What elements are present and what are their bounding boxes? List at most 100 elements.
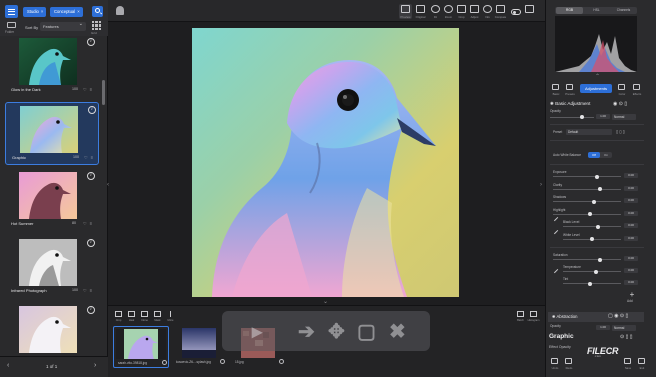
- adjustment-slider[interactable]: [553, 201, 621, 202]
- opacity-value[interactable]: 1.00: [596, 114, 610, 119]
- info-icon[interactable]: i: [87, 172, 95, 180]
- save-button[interactable]: Save: [622, 358, 634, 372]
- slider-knob[interactable]: [588, 281, 592, 286]
- exit-button[interactable]: Exit: [636, 358, 648, 372]
- folder-icon[interactable]: [7, 22, 16, 28]
- bottom-tool-mask[interactable]: Mask: [152, 311, 163, 323]
- tab-adjustments[interactable]: Adjustments: [580, 84, 612, 93]
- bottom-tool-heal[interactable]: Heal: [126, 311, 137, 323]
- library-scrollbar[interactable]: [102, 80, 105, 105]
- slider-value[interactable]: 0.00: [624, 268, 638, 273]
- slider-knob[interactable]: [598, 187, 602, 191]
- hist-tab-channels[interactable]: Channels: [610, 7, 637, 14]
- awb-off-button[interactable]: On: [600, 152, 612, 158]
- slider-value[interactable]: 0.00: [624, 280, 638, 285]
- options-icon[interactable]: [220, 359, 225, 364]
- adjustment-slider[interactable]: [553, 259, 621, 260]
- close-icon[interactable]: ×: [41, 9, 43, 14]
- grid-view-icon[interactable]: [92, 21, 101, 30]
- preset-actions[interactable]: ▯ ▯ ▯: [616, 129, 625, 134]
- info-icon[interactable]: i: [87, 306, 95, 314]
- blend-mode-select[interactable]: Normal: [612, 325, 636, 331]
- info-icon[interactable]: i: [87, 239, 95, 247]
- chevron-right-icon[interactable]: ›: [540, 182, 542, 188]
- filmstrip-item[interactable]: koscevic-ZtL...splash.jpg: [172, 326, 228, 368]
- adjustment-slider[interactable]: [553, 188, 621, 190]
- bottom-tool-more[interactable]: More: [165, 311, 176, 323]
- slider-value[interactable]: 0.00: [624, 235, 638, 241]
- options-icon[interactable]: [162, 360, 167, 365]
- menu-button[interactable]: [5, 5, 18, 18]
- preset-actions[interactable]: ♡ ≡: [84, 155, 94, 160]
- opacity-value[interactable]: 1.00: [596, 325, 610, 330]
- preset-thumbnail[interactable]: i Hot Summer 80 ♡ ≡: [5, 169, 99, 232]
- preset-actions[interactable]: ♡ ≡: [83, 87, 93, 92]
- opacity-slider[interactable]: [550, 117, 594, 118]
- preset-select[interactable]: Default: [566, 129, 612, 135]
- slider-value[interactable]: 0.00: [624, 210, 638, 216]
- search-button[interactable]: [92, 6, 103, 17]
- tool-preview[interactable]: Preview: [399, 4, 412, 19]
- adjustment-slider[interactable]: [553, 213, 621, 215]
- adjustment-slider[interactable]: [563, 226, 621, 227]
- section-actions[interactable]: ◉ ⊙ ▯: [613, 101, 627, 107]
- preset-thumbnail[interactable]: i Glow in the Dark 100 ♡ ≡: [5, 35, 99, 98]
- slider-value[interactable]: 0.00: [624, 223, 638, 228]
- filmstrip-item-selected[interactable]: sarah-vito-39818.jpg: [113, 326, 169, 368]
- options-icon[interactable]: [279, 359, 284, 364]
- bottom-tool-clone[interactable]: Clone: [139, 311, 150, 323]
- preset-thumbnail-selected[interactable]: i Graphic 100 ♡ ≡: [5, 102, 99, 165]
- hist-tab-rgb[interactable]: RGB: [556, 7, 583, 14]
- info-icon[interactable]: i: [87, 38, 95, 46]
- close-icon[interactable]: ×: [77, 9, 79, 14]
- chevron-right-icon[interactable]: ›: [94, 362, 96, 369]
- batch-button[interactable]: Batch: [515, 311, 526, 323]
- slider-knob[interactable]: [595, 174, 599, 179]
- hist-tab-hsl[interactable]: HSL: [583, 7, 610, 14]
- main-photo[interactable]: [192, 28, 459, 297]
- undo-button[interactable]: Undo: [549, 358, 561, 372]
- tool-panel-toggle[interactable]: [523, 4, 536, 19]
- adjustment-slider[interactable]: [563, 271, 621, 272]
- info-icon[interactable]: i: [88, 106, 96, 114]
- breadcrumb-studio[interactable]: Studio ×: [23, 7, 47, 17]
- opacity-knob[interactable]: [580, 115, 584, 119]
- chevron-down-icon[interactable]: ⌄: [323, 298, 328, 305]
- abstraction-actions[interactable]: ▢ ◉ ⊙ ▯: [608, 313, 628, 319]
- slider-knob[interactable]: [592, 199, 596, 204]
- chevron-left-icon[interactable]: ‹: [107, 182, 109, 188]
- preset-thumbnail[interactable]: i Infrared Photograph 100 ♡ ≡: [5, 236, 99, 299]
- slider-value[interactable]: 0.00: [624, 198, 638, 203]
- preset-actions[interactable]: ♡ ≡: [83, 221, 93, 226]
- chevron-left-icon[interactable]: ‹: [7, 362, 9, 369]
- slider-knob[interactable]: [596, 224, 600, 229]
- slider-value[interactable]: 0.00: [624, 256, 638, 261]
- redo-button[interactable]: Redo: [563, 358, 575, 372]
- tab-color[interactable]: Color: [615, 84, 629, 96]
- tool-original[interactable]: Original: [414, 4, 427, 19]
- adjustment-slider[interactable]: [563, 283, 621, 284]
- preset-actions[interactable]: ♡ ≡: [83, 288, 93, 293]
- add-icon[interactable]: +: [628, 291, 636, 299]
- view-toggle[interactable]: [511, 9, 521, 15]
- slider-value[interactable]: 0.00: [624, 173, 638, 178]
- slider-knob[interactable]: [598, 257, 602, 262]
- slider-knob[interactable]: [594, 269, 598, 274]
- slider-value[interactable]: 0.00: [624, 185, 638, 191]
- blend-mode-select[interactable]: Normal: [612, 114, 636, 120]
- tool-compare[interactable]: Compare: [494, 4, 507, 19]
- preset-thumbnail[interactable]: i: [5, 303, 99, 356]
- slider-knob[interactable]: [588, 212, 592, 216]
- chevron-up-icon[interactable]: ⌃: [595, 73, 600, 80]
- bottom-tool-crop[interactable]: Crop: [113, 311, 124, 323]
- effect-actions[interactable]: ⊙ ▯ ▯: [620, 334, 632, 340]
- tab-effects[interactable]: Effects: [630, 84, 644, 96]
- adjustment-slider[interactable]: [553, 176, 621, 177]
- breadcrumb-conceptual[interactable]: Conceptual ×: [50, 7, 83, 17]
- slider-knob[interactable]: [590, 237, 594, 241]
- histogram-button[interactable]: Histogram: [528, 311, 539, 323]
- bell-icon[interactable]: [116, 6, 124, 15]
- tab-presets[interactable]: Presets: [563, 84, 577, 96]
- sort-select[interactable]: Features: [40, 20, 86, 31]
- awb-on-button[interactable]: Off: [588, 152, 600, 158]
